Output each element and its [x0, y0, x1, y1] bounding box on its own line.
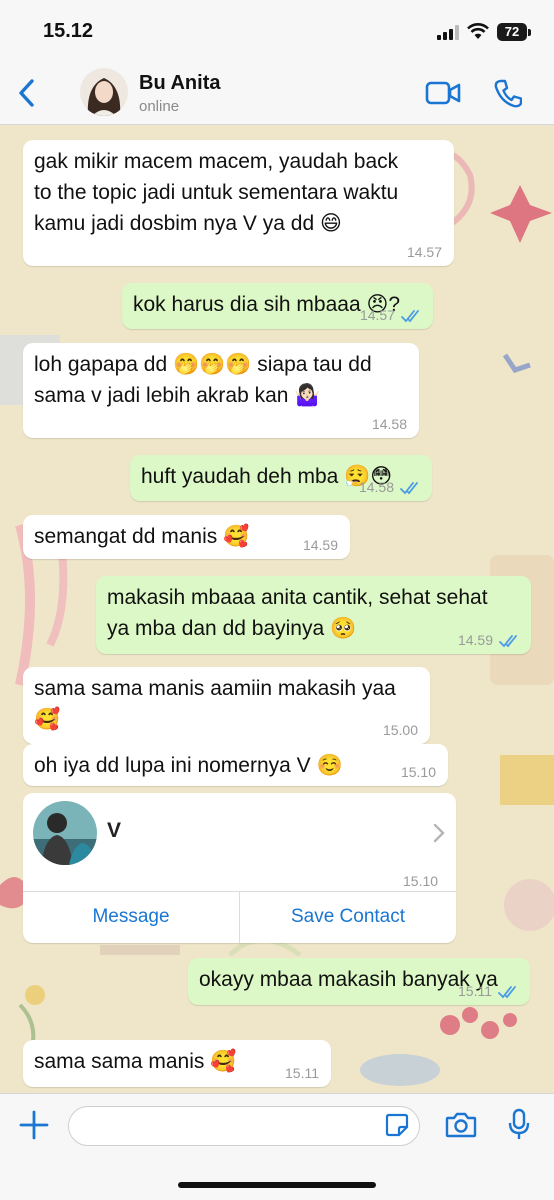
- save-contact-button[interactable]: Save Contact: [240, 891, 456, 943]
- message-timestamp: 14.58: [358, 479, 394, 495]
- message-text: sama sama manis aamiin makasih yaa 🥰: [34, 677, 396, 731]
- message-timestamp: 14.57: [359, 307, 395, 323]
- chevron-right-icon[interactable]: [433, 823, 445, 843]
- incoming-message[interactable]: gak mikir macem macem, yaudah back to th…: [23, 140, 454, 266]
- message-contact-button[interactable]: Message: [23, 891, 239, 943]
- outgoing-message[interactable]: huft yaudah deh mba 😮‍💨😳 14.58: [130, 455, 432, 501]
- read-receipt-icon: [401, 310, 419, 323]
- read-receipt-icon: [400, 482, 418, 495]
- incoming-message[interactable]: semangat dd manis 🥰 14.59: [23, 515, 350, 559]
- mic-icon[interactable]: [508, 1108, 530, 1142]
- chat-header: Bu Anita online: [0, 62, 554, 125]
- contact-name[interactable]: Bu Anita: [139, 72, 220, 95]
- message-timestamp: 15.11: [458, 983, 492, 999]
- back-chevron-icon[interactable]: [12, 76, 44, 110]
- message-composer: [0, 1093, 554, 1200]
- home-indicator: [178, 1182, 376, 1188]
- phone-call-icon[interactable]: [494, 78, 522, 108]
- contact-avatar[interactable]: [80, 68, 128, 116]
- message-text: semangat dd manis 🥰: [34, 525, 250, 548]
- contact-card[interactable]: V 15.10 Message Save Contact: [23, 793, 456, 943]
- outgoing-message[interactable]: makasih mbaaa anita cantik, sehat sehat …: [96, 576, 531, 654]
- incoming-message[interactable]: oh iya dd lupa ini nomernya V ☺️ 15.10: [23, 744, 448, 786]
- incoming-message[interactable]: loh gapapa dd 🤭🤭🤭 siapa tau dd sama v ja…: [23, 343, 419, 438]
- sticker-icon[interactable]: [385, 1113, 409, 1137]
- message-timestamp: 14.58: [371, 416, 407, 432]
- message-timestamp: 15.00: [382, 722, 418, 738]
- plus-icon[interactable]: [18, 1109, 50, 1141]
- outgoing-message[interactable]: kok harus dia sih mbaaa 😠? 14.57: [122, 283, 433, 329]
- message-text: loh gapapa dd 🤭🤭🤭 siapa tau dd sama v ja…: [34, 353, 372, 407]
- chat-area[interactable]: gak mikir macem macem, yaudah back to th…: [0, 125, 554, 1093]
- read-receipt-icon: [498, 986, 516, 999]
- card-avatar: [33, 801, 97, 865]
- message-timestamp: 14.57: [406, 244, 442, 260]
- camera-icon[interactable]: [445, 1111, 477, 1139]
- message-timestamp: 14.59: [457, 632, 493, 648]
- read-receipt-icon: [499, 635, 517, 648]
- message-text: gak mikir macem macem, yaudah back to th…: [34, 150, 399, 235]
- battery-indicator: 72: [497, 23, 527, 41]
- status-bar: 15.12 72: [0, 0, 554, 62]
- message-input[interactable]: [68, 1106, 420, 1146]
- wifi-icon: [467, 23, 489, 39]
- card-contact-name: V: [107, 819, 122, 842]
- outgoing-message[interactable]: okayy mbaa makasih banyak ya 15.11: [188, 958, 530, 1005]
- status-time: 15.12: [43, 20, 94, 42]
- signal-icon: [437, 25, 459, 40]
- message-timestamp: 14.59: [302, 537, 338, 553]
- incoming-message[interactable]: sama sama manis 🥰 15.11: [23, 1040, 331, 1087]
- video-call-icon[interactable]: [425, 80, 461, 106]
- message-timestamp: 15.10: [400, 764, 436, 780]
- battery-tip: [528, 29, 531, 36]
- message-text: oh iya dd lupa ini nomernya V ☺️: [34, 754, 343, 777]
- card-timestamp: 15.10: [403, 873, 439, 889]
- message-text: sama sama manis 🥰: [34, 1050, 237, 1073]
- message-timestamp: 15.11: [285, 1065, 319, 1081]
- contact-status: online: [139, 98, 180, 115]
- incoming-message[interactable]: sama sama manis aamiin makasih yaa 🥰 15.0…: [23, 667, 430, 744]
